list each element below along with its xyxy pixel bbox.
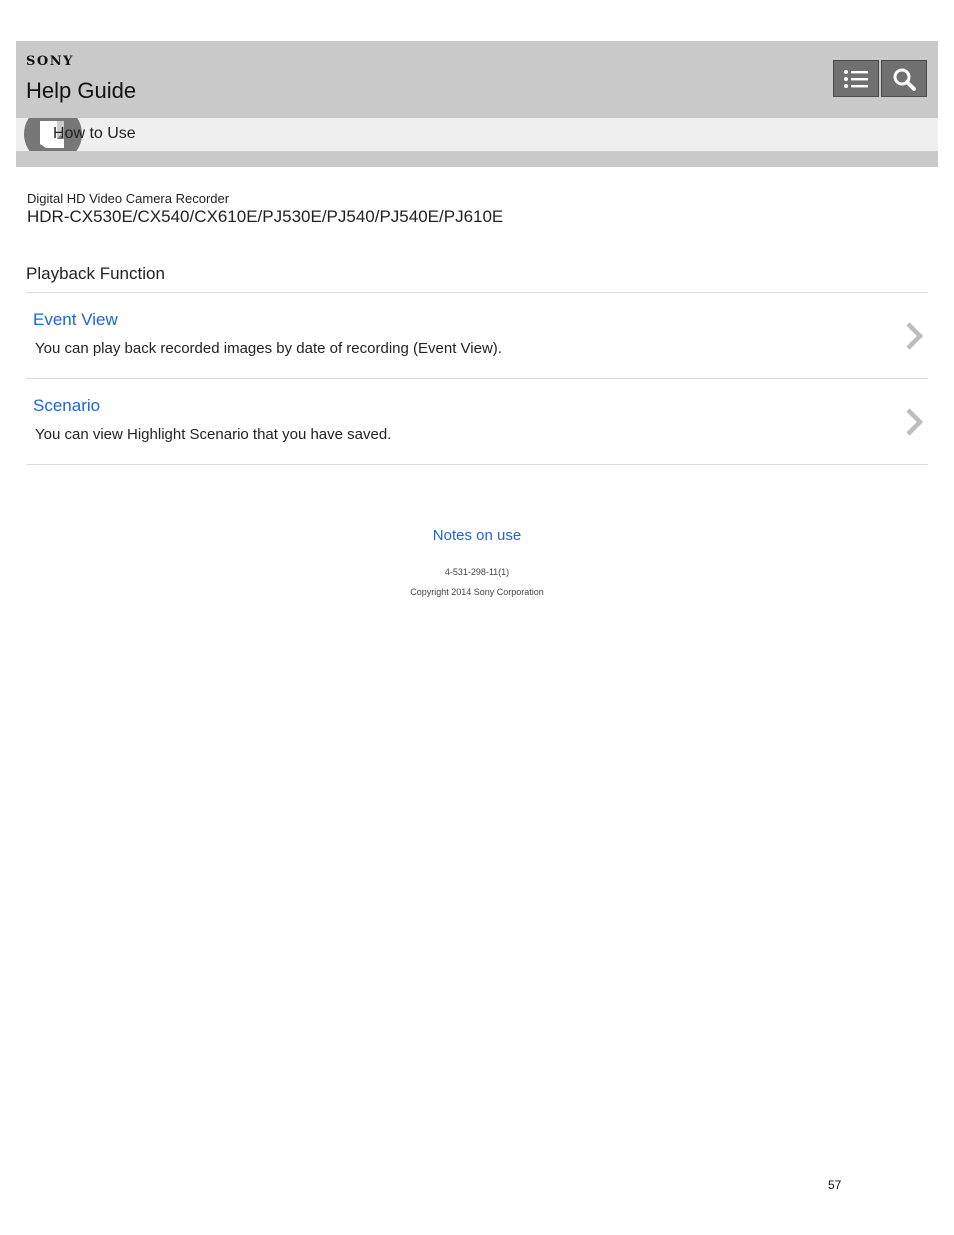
sony-logo: SONY bbox=[26, 54, 74, 69]
breadcrumb-how-to-use[interactable]: How to Use bbox=[53, 125, 136, 143]
topic-link-event-view[interactable]: Event View bbox=[33, 310, 118, 330]
notes-on-use-link[interactable]: Notes on use bbox=[0, 527, 954, 544]
copyright-notice: Copyright 2014 Sony Corporation bbox=[410, 587, 544, 597]
breadcrumb-bar: How to Use bbox=[16, 118, 938, 151]
search-icon bbox=[893, 68, 916, 91]
product-models: HDR-CX530E/CX540/CX610E/PJ530E/PJ540/PJ5… bbox=[27, 207, 504, 226]
product-category: Digital HD Video Camera Recorder bbox=[27, 191, 230, 206]
topic-item-event-view[interactable]: Event View You can play back recorded im… bbox=[26, 293, 928, 379]
header-divider-bar bbox=[16, 151, 938, 167]
search-button[interactable] bbox=[881, 60, 927, 97]
topic-link-scenario[interactable]: Scenario bbox=[33, 396, 100, 416]
topic-description: You can play back recorded images by dat… bbox=[35, 340, 502, 357]
section-title: Playback Function bbox=[26, 264, 165, 283]
page-number: 57 bbox=[828, 1178, 842, 1192]
list-icon bbox=[844, 69, 868, 88]
chevron-right-icon[interactable] bbox=[904, 321, 924, 351]
topic-list: Event View You can play back recorded im… bbox=[26, 292, 928, 465]
page-header: SONY Help Guide bbox=[16, 41, 938, 118]
help-guide-title: Help Guide bbox=[26, 78, 137, 103]
topic-item-scenario[interactable]: Scenario You can view Highlight Scenario… bbox=[26, 379, 928, 465]
topic-description: You can view Highlight Scenario that you… bbox=[35, 426, 392, 443]
document-id: 4-531-298-11(1) bbox=[444, 567, 510, 577]
table-of-contents-button[interactable] bbox=[833, 60, 879, 97]
chevron-right-icon[interactable] bbox=[904, 407, 924, 437]
